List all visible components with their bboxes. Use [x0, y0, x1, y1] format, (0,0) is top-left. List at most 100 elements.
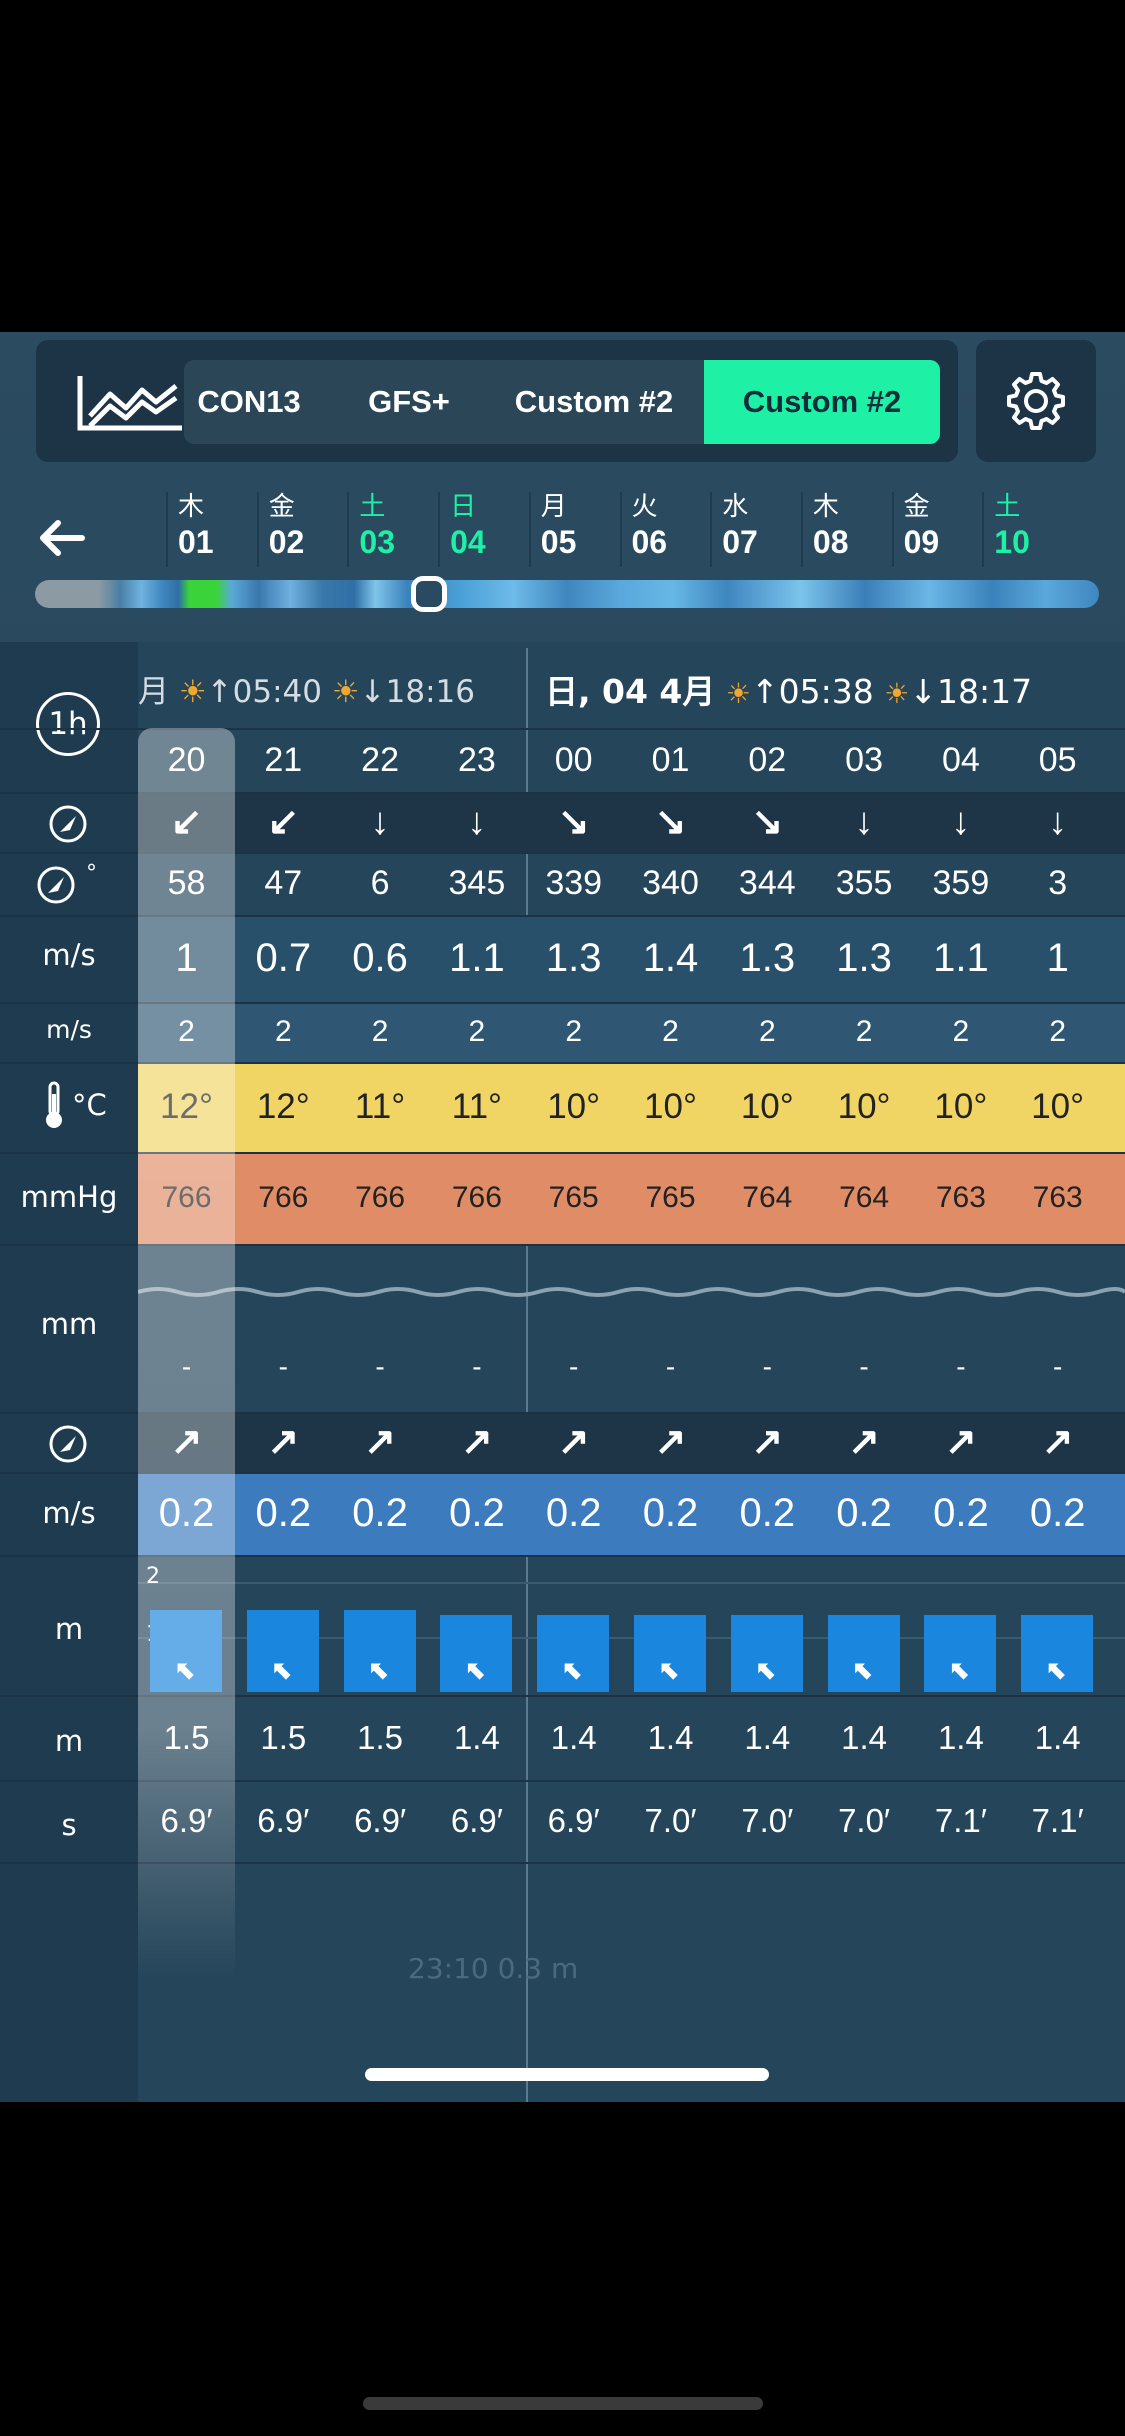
day-weekday: 土	[359, 492, 386, 522]
sunset-time: 18:16	[385, 674, 475, 710]
hour-cell: 22	[361, 741, 399, 779]
day-weekday: 月	[540, 492, 567, 522]
wind-speed-cell: 0.6	[352, 936, 408, 980]
wind-arrow-icon: ↓	[951, 801, 971, 843]
wind-degree-cell: 47	[264, 864, 303, 902]
wind-degree-cell: 344	[738, 864, 796, 902]
line-chart-icon[interactable]	[76, 372, 186, 432]
temp-cell: 10°	[547, 1087, 601, 1126]
gust-cell: 2	[855, 1015, 873, 1048]
wave-height-bar: ⬉	[440, 1615, 513, 1692]
back-arrow-icon[interactable]	[38, 518, 86, 558]
swell-height-cell: 1.4	[841, 1719, 888, 1756]
wave-speed-cell: 0.2	[739, 1491, 796, 1535]
model-tab-3[interactable]: Custom #2	[704, 360, 940, 444]
wave-direction-icon	[48, 1424, 88, 1464]
day-header-current: 日, 04 4月 ☀↑05:38 ☀↓18:17	[545, 664, 1032, 720]
wind-arrow-icon: ↓	[370, 801, 390, 843]
wind-degree-icon: °	[36, 861, 97, 905]
interval-button[interactable]: 1h	[36, 692, 100, 756]
wave-arrow-icon: ↗	[848, 1421, 881, 1463]
pressure-cell: 765	[548, 1181, 599, 1214]
wave-speed-cell: 0.2	[642, 1491, 699, 1535]
wind-degree-cell: 355	[835, 864, 893, 902]
up-arrow-icon: ↑	[751, 672, 779, 711]
rain-cell: -	[1053, 1351, 1063, 1382]
period-unit: s	[61, 1808, 77, 1842]
units-column	[0, 642, 138, 2102]
rain-cell: -	[762, 1351, 772, 1382]
rain-cell: -	[375, 1351, 385, 1382]
model-selector[interactable]: CON13 GFS+ Custom #2 Custom #2	[184, 360, 940, 444]
day-number: 08	[812, 524, 849, 560]
wave-height-bar: ⬉	[537, 1615, 610, 1692]
wave-speed-cell: 0.2	[836, 1491, 892, 1535]
temp-cell: 11°	[451, 1087, 503, 1126]
gust-unit: m/s	[46, 1015, 92, 1044]
wind-arrow-icon: ↙	[267, 801, 300, 843]
wave-speed-cell: 0.2	[352, 1491, 408, 1535]
home-indicator[interactable]	[365, 2068, 769, 2081]
day-tab[interactable]: 土 03	[347, 492, 437, 567]
hour-cell: 21	[264, 741, 303, 779]
thermometer-icon	[42, 1080, 66, 1130]
wind-degree-cell: 340	[642, 864, 699, 902]
hour-cell: 01	[651, 741, 690, 779]
wind-degree-cell: 345	[448, 864, 506, 902]
day-tab[interactable]: 金 02	[256, 492, 347, 567]
gust-cell: 2	[952, 1015, 970, 1048]
model-tab-0[interactable]: CON13	[184, 360, 334, 444]
pressure-cell: 764	[839, 1181, 890, 1214]
hour-cell: 00	[554, 741, 593, 779]
gear-icon[interactable]	[1005, 370, 1067, 432]
rain-cell: -	[665, 1351, 676, 1382]
day-tab[interactable]: 月 05	[528, 492, 619, 567]
gust-cell: 2	[662, 1015, 679, 1048]
day-tab[interactable]: 日 04	[438, 492, 528, 567]
day-number: 07	[722, 524, 758, 560]
period-cell: 7.1′	[1031, 1802, 1084, 1839]
wind-speed-cell: 1.3	[545, 936, 602, 980]
forecast-screen: CON13 GFS+ Custom #2 Custom #2 木 01 金 02 土 03…	[0, 332, 1125, 2102]
wave-speed-cell: 0.2	[255, 1491, 312, 1535]
timeline-scrubber[interactable]	[35, 580, 1099, 608]
swell-height-cell: 1.4	[937, 1719, 984, 1756]
day-weekday: 木	[812, 492, 839, 522]
swell-height-cell: 1.4	[453, 1719, 500, 1756]
day-tab[interactable]: 土 10	[982, 492, 1072, 567]
day-header-previous: 月 ☀↑05:40 ☀↓18:16	[138, 664, 475, 720]
day-weekday: 金	[268, 492, 295, 522]
model-tab-2[interactable]: Custom #2	[484, 360, 704, 444]
up-arrow-icon: ↑	[206, 674, 233, 710]
wave-height-unit: m	[54, 1612, 84, 1646]
period-cell: 7.0′	[741, 1802, 794, 1839]
rain-cell: -	[569, 1351, 579, 1382]
pressure-cell: 766	[258, 1181, 309, 1214]
hour-cell: 05	[1038, 741, 1077, 779]
model-tab-1[interactable]: GFS+	[334, 360, 484, 444]
pressure-unit: mmHg	[20, 1180, 118, 1214]
wave-chart-gridline-top	[138, 1582, 1125, 1584]
day-tab[interactable]: 木 08	[800, 492, 891, 567]
temp-cell: 11°	[354, 1087, 406, 1126]
pressure-cell: 763	[1032, 1181, 1083, 1214]
day-tab[interactable]: 水 07	[710, 492, 800, 567]
wind-speed-cell: 1	[1046, 936, 1069, 980]
day-tab[interactable]: 金 09	[891, 492, 982, 567]
temp-cell: 10°	[1031, 1087, 1085, 1126]
system-home-indicator[interactable]	[363, 2397, 763, 2410]
swell-height-cell: 1.4	[744, 1719, 791, 1756]
period-cell: 7.0′	[838, 1802, 891, 1839]
day-tab[interactable]: 火 06	[619, 492, 710, 567]
wave-direction-arrow-icon: ⬉	[465, 1656, 488, 1686]
hour-cell: 23	[457, 741, 496, 779]
gust-cell: 2	[1049, 1015, 1067, 1048]
wave-direction-arrow-icon: ⬉	[852, 1656, 875, 1686]
wind-speed-unit: m/s	[42, 938, 96, 972]
rain-line	[138, 1287, 1125, 1297]
wave-speed-unit: m/s	[42, 1496, 96, 1530]
gust-cell: 2	[565, 1015, 583, 1048]
wind-degree-cell: 359	[932, 864, 990, 902]
day-tab[interactable]: 木 01	[166, 492, 256, 567]
timeline-thumb[interactable]	[411, 576, 447, 612]
